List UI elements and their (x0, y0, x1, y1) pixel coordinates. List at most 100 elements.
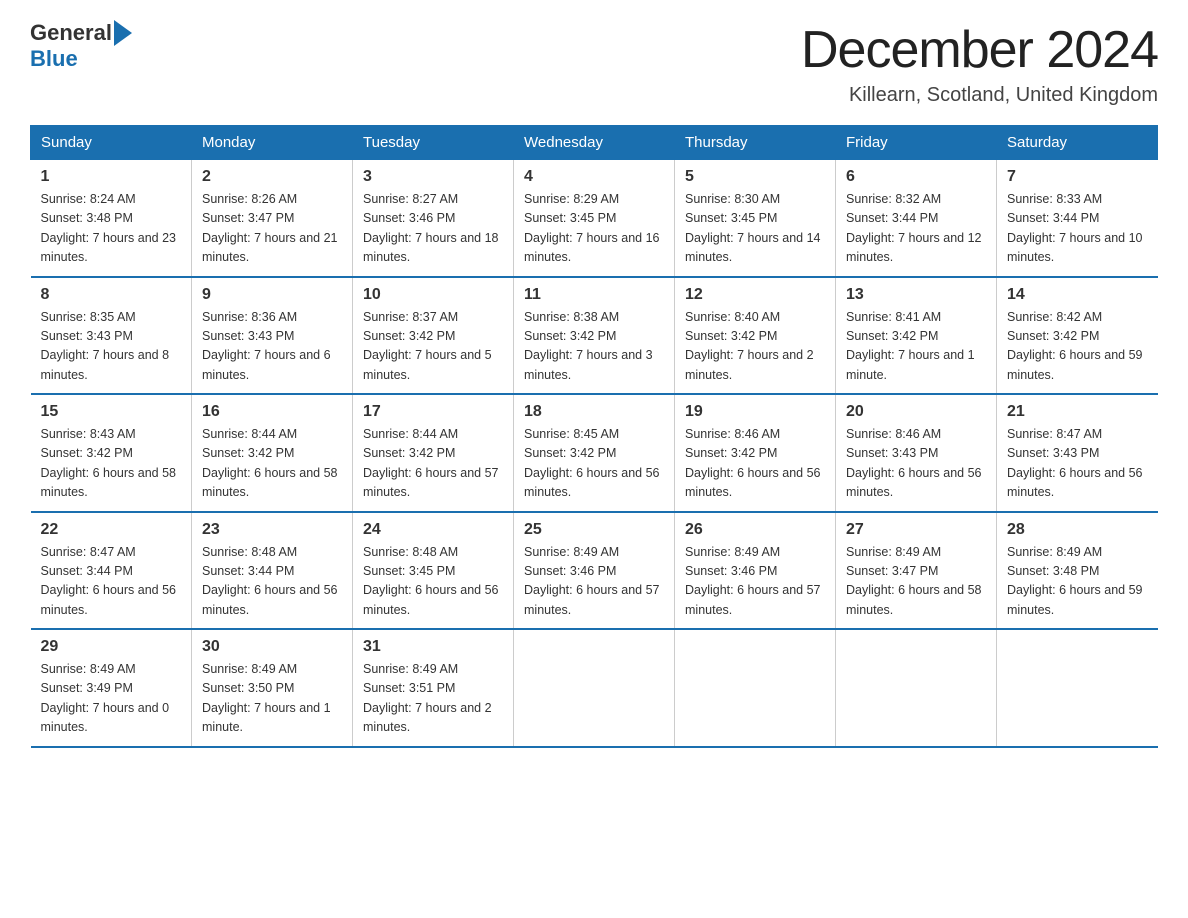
day-info: Sunrise: 8:49 AMSunset: 3:49 PMDaylight:… (41, 662, 170, 734)
day-info: Sunrise: 8:30 AMSunset: 3:45 PMDaylight:… (685, 192, 821, 264)
logo-arrow-icon (114, 20, 132, 46)
day-number: 3 (363, 168, 503, 186)
logo-general-text: General (30, 20, 112, 46)
calendar-cell: 2Sunrise: 8:26 AMSunset: 3:47 PMDaylight… (192, 160, 353, 277)
day-number: 25 (524, 521, 664, 539)
calendar-cell: 18 Sunrise: 8:45 AMSunset: 3:42 PMDayligh… (514, 394, 675, 512)
day-number: 20 (846, 403, 986, 421)
day-number: 1 (41, 168, 182, 186)
day-info: Sunrise: 8:36 AMSunset: 3:43 PMDaylight:… (202, 310, 331, 382)
calendar-cell: 30 Sunrise: 8:49 AMSunset: 3:50 PMDayligh… (192, 629, 353, 747)
day-number: 15 (41, 403, 182, 421)
calendar-cell: 1 Sunrise: 8:24 AMSunset: 3:48 PMDaylight… (31, 160, 192, 277)
day-number: 13 (846, 286, 986, 304)
day-info: Sunrise: 8:46 AMSunset: 3:42 PMDaylight:… (685, 427, 821, 499)
logo-blue-text: Blue (30, 46, 78, 72)
day-info: Sunrise: 8:33 AMSunset: 3:44 PMDaylight:… (1007, 192, 1143, 264)
day-info: Sunrise: 8:41 AMSunset: 3:42 PMDaylight:… (846, 310, 975, 382)
day-number: 19 (685, 403, 825, 421)
day-info: Sunrise: 8:40 AMSunset: 3:42 PMDaylight:… (685, 310, 814, 382)
calendar-cell: 21 Sunrise: 8:47 AMSunset: 3:43 PMDayligh… (997, 394, 1158, 512)
day-info: Sunrise: 8:24 AMSunset: 3:48 PMDaylight:… (41, 192, 177, 264)
calendar-cell: 9 Sunrise: 8:36 AMSunset: 3:43 PMDaylight… (192, 277, 353, 395)
day-info: Sunrise: 8:26 AMSunset: 3:47 PMDaylight:… (202, 192, 338, 264)
calendar-cell: 11 Sunrise: 8:38 AMSunset: 3:42 PMDayligh… (514, 277, 675, 395)
calendar-cell: 19 Sunrise: 8:46 AMSunset: 3:42 PMDayligh… (675, 394, 836, 512)
calendar-cell (514, 629, 675, 747)
calendar-cell: 6 Sunrise: 8:32 AMSunset: 3:44 PMDaylight… (836, 160, 997, 277)
calendar-cell: 17 Sunrise: 8:44 AMSunset: 3:42 PMDayligh… (353, 394, 514, 512)
day-number: 16 (202, 403, 342, 421)
calendar-table: SundayMondayTuesdayWednesdayThursdayFrid… (30, 125, 1158, 748)
day-info: Sunrise: 8:38 AMSunset: 3:42 PMDaylight:… (524, 310, 653, 382)
day-number: 24 (363, 521, 503, 539)
calendar-cell: 4 Sunrise: 8:29 AMSunset: 3:45 PMDaylight… (514, 160, 675, 277)
day-info: Sunrise: 8:49 AMSunset: 3:48 PMDaylight:… (1007, 545, 1143, 617)
day-number: 12 (685, 286, 825, 304)
day-info: Sunrise: 8:47 AMSunset: 3:44 PMDaylight:… (41, 545, 177, 617)
day-info: Sunrise: 8:49 AMSunset: 3:51 PMDaylight:… (363, 662, 492, 734)
day-info: Sunrise: 8:32 AMSunset: 3:44 PMDaylight:… (846, 192, 982, 264)
calendar-cell: 15 Sunrise: 8:43 AMSunset: 3:42 PMDayligh… (31, 394, 192, 512)
day-info: Sunrise: 8:37 AMSunset: 3:42 PMDaylight:… (363, 310, 492, 382)
day-info: Sunrise: 8:44 AMSunset: 3:42 PMDaylight:… (363, 427, 499, 499)
day-info: Sunrise: 8:27 AMSunset: 3:46 PMDaylight:… (363, 192, 499, 264)
calendar-cell (836, 629, 997, 747)
location-text: Killearn, Scotland, United Kingdom (801, 84, 1158, 107)
calendar-cell: 10 Sunrise: 8:37 AMSunset: 3:42 PMDayligh… (353, 277, 514, 395)
day-info: Sunrise: 8:43 AMSunset: 3:42 PMDaylight:… (41, 427, 177, 499)
day-number: 6 (846, 168, 986, 186)
day-number: 18 (524, 403, 664, 421)
calendar-cell: 25 Sunrise: 8:49 AMSunset: 3:46 PMDayligh… (514, 512, 675, 630)
calendar-cell: 14Sunrise: 8:42 AMSunset: 3:42 PMDayligh… (997, 277, 1158, 395)
logo: General Blue (30, 20, 134, 72)
day-info: Sunrise: 8:49 AMSunset: 3:46 PMDaylight:… (524, 545, 660, 617)
header-sunday: Sunday (31, 126, 192, 160)
calendar-week-4: 22Sunrise: 8:47 AMSunset: 3:44 PMDayligh… (31, 512, 1158, 630)
day-number: 9 (202, 286, 342, 304)
day-number: 23 (202, 521, 342, 539)
day-number: 10 (363, 286, 503, 304)
calendar-cell: 27Sunrise: 8:49 AMSunset: 3:47 PMDayligh… (836, 512, 997, 630)
day-info: Sunrise: 8:35 AMSunset: 3:43 PMDaylight:… (41, 310, 170, 382)
day-info: Sunrise: 8:47 AMSunset: 3:43 PMDaylight:… (1007, 427, 1143, 499)
calendar-cell: 8 Sunrise: 8:35 AMSunset: 3:43 PMDaylight… (31, 277, 192, 395)
header-thursday: Thursday (675, 126, 836, 160)
day-number: 26 (685, 521, 825, 539)
header-saturday: Saturday (997, 126, 1158, 160)
day-number: 17 (363, 403, 503, 421)
day-info: Sunrise: 8:45 AMSunset: 3:42 PMDaylight:… (524, 427, 660, 499)
day-info: Sunrise: 8:49 AMSunset: 3:50 PMDaylight:… (202, 662, 331, 734)
day-info: Sunrise: 8:46 AMSunset: 3:43 PMDaylight:… (846, 427, 982, 499)
calendar-cell: 7 Sunrise: 8:33 AMSunset: 3:44 PMDaylight… (997, 160, 1158, 277)
calendar-cell: 5Sunrise: 8:30 AMSunset: 3:45 PMDaylight… (675, 160, 836, 277)
title-block: December 2024 Killearn, Scotland, United… (801, 20, 1158, 107)
day-number: 14 (1007, 286, 1148, 304)
calendar-cell (675, 629, 836, 747)
calendar-week-5: 29 Sunrise: 8:49 AMSunset: 3:49 PMDayligh… (31, 629, 1158, 747)
day-info: Sunrise: 8:48 AMSunset: 3:44 PMDaylight:… (202, 545, 338, 617)
day-number: 31 (363, 638, 503, 656)
day-info: Sunrise: 8:49 AMSunset: 3:46 PMDaylight:… (685, 545, 821, 617)
calendar-cell: 28 Sunrise: 8:49 AMSunset: 3:48 PMDayligh… (997, 512, 1158, 630)
day-number: 4 (524, 168, 664, 186)
header-wednesday: Wednesday (514, 126, 675, 160)
day-number: 21 (1007, 403, 1148, 421)
day-number: 28 (1007, 521, 1148, 539)
day-info: Sunrise: 8:44 AMSunset: 3:42 PMDaylight:… (202, 427, 338, 499)
calendar-cell: 3 Sunrise: 8:27 AMSunset: 3:46 PMDaylight… (353, 160, 514, 277)
calendar-week-1: 1 Sunrise: 8:24 AMSunset: 3:48 PMDaylight… (31, 160, 1158, 277)
month-title: December 2024 (801, 20, 1158, 80)
calendar-cell: 26 Sunrise: 8:49 AMSunset: 3:46 PMDayligh… (675, 512, 836, 630)
day-number: 29 (41, 638, 182, 656)
calendar-cell: 24Sunrise: 8:48 AMSunset: 3:45 PMDayligh… (353, 512, 514, 630)
day-number: 30 (202, 638, 342, 656)
calendar-cell: 22Sunrise: 8:47 AMSunset: 3:44 PMDayligh… (31, 512, 192, 630)
header-monday: Monday (192, 126, 353, 160)
day-info: Sunrise: 8:29 AMSunset: 3:45 PMDaylight:… (524, 192, 660, 264)
calendar-cell: 20 Sunrise: 8:46 AMSunset: 3:43 PMDayligh… (836, 394, 997, 512)
day-number: 7 (1007, 168, 1148, 186)
calendar-cell: 29 Sunrise: 8:49 AMSunset: 3:49 PMDayligh… (31, 629, 192, 747)
day-number: 8 (41, 286, 182, 304)
day-number: 11 (524, 286, 664, 304)
